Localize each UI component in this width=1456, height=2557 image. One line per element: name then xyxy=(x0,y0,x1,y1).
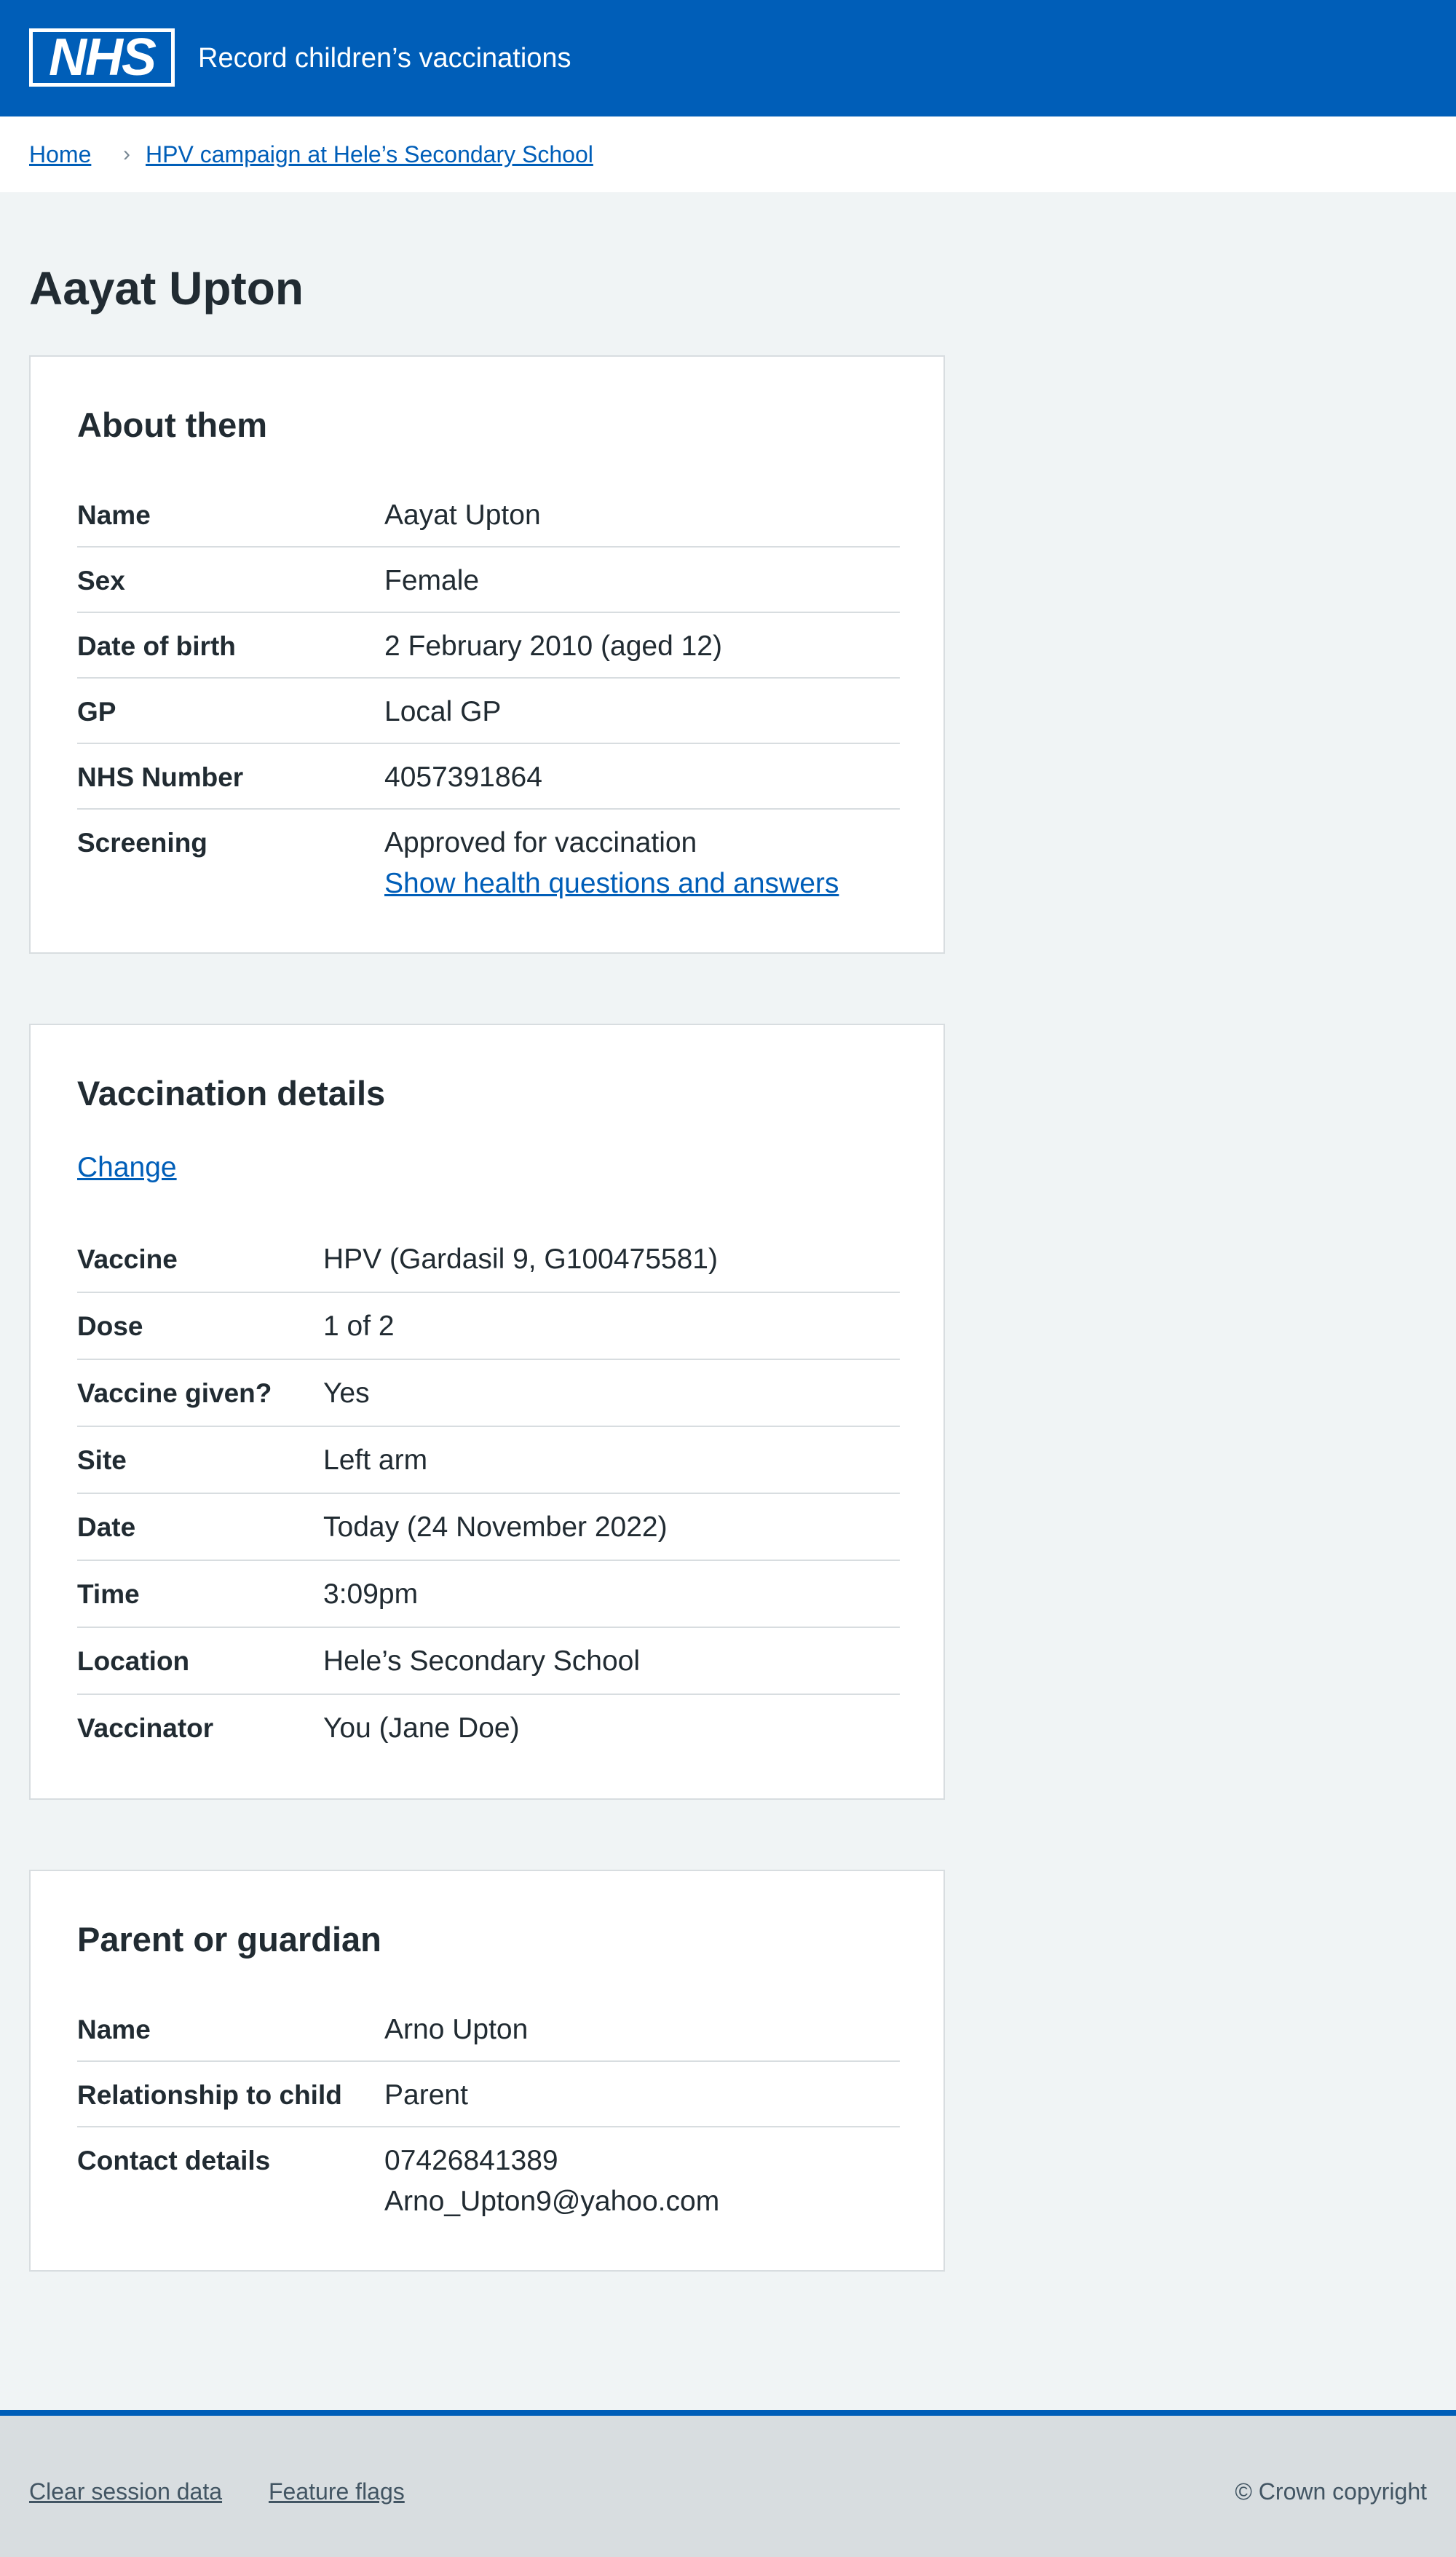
row-value: Yes xyxy=(323,1378,370,1409)
row-value: Parent xyxy=(384,2079,468,2111)
row-value: 4057391864 xyxy=(384,762,542,793)
about-row-screening: Screening Approved for vaccination Show … xyxy=(77,810,900,912)
parent-row-name: Name Arno Upton xyxy=(77,1996,900,2062)
parent-row-relationship: Relationship to child Parent xyxy=(77,2062,900,2127)
row-value: 3:09pm xyxy=(323,1578,419,1610)
show-health-answers-link[interactable]: Show health questions and answers xyxy=(384,863,839,904)
about-card: About them Name Aayat Upton Sex Female D… xyxy=(29,355,945,954)
row-value: HPV (Gardasil 9, G100475581) xyxy=(323,1244,718,1275)
row-value: Approved for vaccination xyxy=(384,827,697,858)
row-value: You (Jane Doe) xyxy=(323,1712,520,1744)
vaccination-row-location: Location Hele’s Secondary School xyxy=(77,1628,900,1695)
row-key: Dose xyxy=(77,1311,143,1341)
change-vaccination-link[interactable]: Change xyxy=(77,1147,177,1188)
copyright-text: © Crown copyright xyxy=(1235,2478,1427,2505)
row-key: Site xyxy=(77,1445,127,1475)
row-key: Screening xyxy=(77,828,207,858)
vaccination-row-vaccine: Vaccine HPV (Gardasil 9, G100475581) xyxy=(77,1226,900,1293)
row-key: Contact details xyxy=(77,2146,271,2175)
row-key: NHS Number xyxy=(77,762,244,792)
row-value: 1 of 2 xyxy=(323,1311,395,1342)
about-card-title: About them xyxy=(77,406,268,444)
parent-row-contact: Contact details 07426841389 Arno_Upton9@… xyxy=(77,2127,900,2229)
contact-email: Arno_Upton9@yahoo.com xyxy=(384,2186,720,2217)
vaccination-row-date: Date Today (24 November 2022) xyxy=(77,1494,900,1561)
row-value: Female xyxy=(384,565,480,596)
vaccination-row-vaccinator: Vaccinator You (Jane Doe) xyxy=(77,1695,900,1762)
row-key: GP xyxy=(77,697,116,727)
nhs-logo[interactable]: NHS xyxy=(29,28,175,87)
row-value: Left arm xyxy=(323,1445,428,1476)
site-footer: Clear session data Feature flags © Crown… xyxy=(0,2410,1456,2557)
row-key: Location xyxy=(77,1646,190,1676)
row-key: Name xyxy=(77,2015,151,2044)
about-row-gp: GP Local GP xyxy=(77,679,900,744)
row-key: Vaccinator xyxy=(77,1713,214,1743)
about-row-nhs-number: NHS Number 4057391864 xyxy=(77,744,900,810)
vaccination-row-dose: Dose 1 of 2 xyxy=(77,1293,900,1360)
contact-phone: 07426841389 xyxy=(384,2145,558,2176)
clear-session-link[interactable]: Clear session data xyxy=(29,2477,222,2506)
row-value: Local GP xyxy=(384,696,502,727)
row-key: Date of birth xyxy=(77,631,236,661)
breadcrumb: Home › HPV campaign at Hele’s Secondary … xyxy=(0,116,1456,192)
parent-card: Parent or guardian Name Arno Upton Relat… xyxy=(29,1870,945,2272)
vaccination-row-time: Time 3:09pm xyxy=(77,1561,900,1628)
row-value: 2 February 2010 (aged 12) xyxy=(384,631,722,662)
vaccination-row-given: Vaccine given? Yes xyxy=(77,1360,900,1427)
about-row-sex: Sex Female xyxy=(77,548,900,613)
nhs-logo-text: NHS xyxy=(48,28,157,87)
row-key: Name xyxy=(77,500,151,530)
site-header: NHS Record children’s vaccinations xyxy=(0,0,1456,116)
row-key: Vaccine given? xyxy=(77,1378,272,1408)
service-name[interactable]: Record children’s vaccinations xyxy=(198,38,571,79)
parent-card-title: Parent or guardian xyxy=(77,1920,381,1959)
row-value: Arno Upton xyxy=(384,2014,529,2045)
chevron-right-icon: › xyxy=(123,142,130,166)
row-key: Time xyxy=(77,1579,140,1609)
row-key: Relationship to child xyxy=(77,2080,342,2110)
feature-flags-link[interactable]: Feature flags xyxy=(269,2477,405,2506)
page-title: Aayat Upton xyxy=(29,262,304,315)
row-key: Sex xyxy=(77,566,125,596)
breadcrumb-campaign-link[interactable]: HPV campaign at Hele’s Secondary School xyxy=(146,140,593,169)
breadcrumb-home-link[interactable]: Home xyxy=(29,140,91,169)
vaccination-row-site: Site Left arm xyxy=(77,1427,900,1494)
row-value: Hele’s Secondary School xyxy=(323,1645,641,1677)
vaccination-card-title: Vaccination details xyxy=(77,1074,386,1112)
row-key: Vaccine xyxy=(77,1244,178,1274)
about-row-dob: Date of birth 2 February 2010 (aged 12) xyxy=(77,613,900,679)
row-key: Date xyxy=(77,1512,136,1542)
vaccination-card: Vaccination details Change Vaccine HPV (… xyxy=(29,1024,945,1800)
about-row-name: Name Aayat Upton xyxy=(77,482,900,548)
row-value: Aayat Upton xyxy=(384,499,541,531)
nhs-logo-box: NHS xyxy=(33,28,171,87)
row-value: Today (24 November 2022) xyxy=(323,1511,668,1543)
